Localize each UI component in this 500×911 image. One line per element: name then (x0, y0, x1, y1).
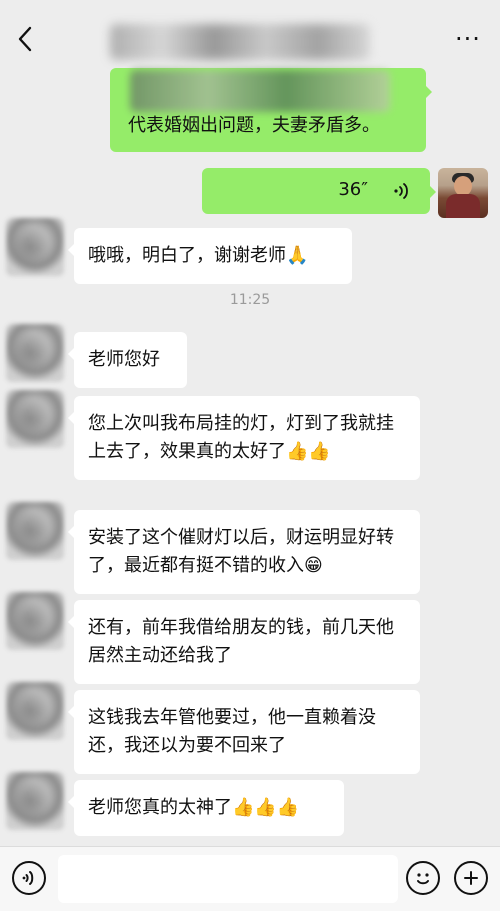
message-text: 您上次叫我布局挂的灯，灯到了我就挂上去了，效果真的太好了👍👍 (88, 413, 394, 462)
plus-icon[interactable] (454, 861, 488, 895)
redacted-text (130, 70, 390, 112)
message-bubble-incoming[interactable]: 哦哦，明白了，谢谢老师🙏 (68, 228, 352, 284)
emoji-icon[interactable] (406, 861, 440, 895)
my-avatar[interactable] (438, 168, 488, 218)
voice-wave-icon (390, 180, 412, 202)
message-bubble-incoming[interactable]: 您上次叫我布局挂的灯，灯到了我就挂上去了，效果真的太好了👍👍 (68, 396, 420, 480)
chat-header: ··· (0, 10, 500, 68)
contact-avatar[interactable] (6, 772, 64, 830)
message-bubble-incoming[interactable]: 安装了这个催财灯以后，财运明显好转了，最近都有挺不错的收入😁 (68, 510, 420, 594)
voice-duration: 36″ (338, 179, 368, 200)
message-text: 这钱我去年管他要过，他一直赖着没还，我还以为要不回来了 (88, 707, 376, 756)
message-text: 老师您好 (88, 349, 160, 370)
message-text: 代表婚姻出问题，夫妻矛盾多。 (128, 115, 380, 136)
contact-avatar[interactable] (6, 390, 64, 448)
message-text: 安装了这个催财灯以后，财运明显好转了，最近都有挺不错的收入😁 (88, 527, 394, 576)
chat-message-list[interactable]: 代表婚姻出问题，夫妻矛盾多。 36″ 哦哦，明白了，谢谢老师🙏 11:25 老师… (0, 68, 500, 846)
message-bubble-incoming[interactable]: 老师您真的太神了👍👍👍 (68, 780, 344, 836)
status-bar (0, 0, 500, 10)
message-bubble-incoming[interactable]: 还有，前年我借给朋友的钱，前几天他居然主动还给我了 (68, 600, 420, 684)
message-bubble-incoming[interactable]: 老师您好 (68, 332, 187, 388)
contact-avatar[interactable] (6, 592, 64, 650)
contact-name-redacted (110, 24, 370, 60)
contact-avatar[interactable] (6, 324, 64, 382)
message-text: 还有，前年我借给朋友的钱，前几天他居然主动还给我了 (88, 617, 394, 666)
voice-input-icon[interactable] (12, 861, 46, 895)
contact-avatar[interactable] (6, 502, 64, 560)
message-bubble-outgoing[interactable]: 代表婚姻出问题，夫妻矛盾多。 (110, 68, 432, 152)
message-text: 哦哦，明白了，谢谢老师🙏 (88, 245, 309, 266)
back-chevron-icon[interactable] (12, 24, 38, 54)
message-timestamp: 11:25 (229, 292, 271, 308)
contact-avatar[interactable] (6, 682, 64, 740)
voice-message-bubble[interactable]: 36″ (202, 168, 436, 214)
message-input[interactable] (58, 855, 398, 903)
message-bubble-incoming[interactable]: 这钱我去年管他要过，他一直赖着没还，我还以为要不回来了 (68, 690, 420, 774)
contact-avatar[interactable] (6, 218, 64, 276)
message-text: 老师您真的太神了👍👍👍 (88, 797, 300, 818)
more-dots-icon[interactable]: ··· (448, 24, 488, 54)
input-toolbar (0, 846, 500, 911)
